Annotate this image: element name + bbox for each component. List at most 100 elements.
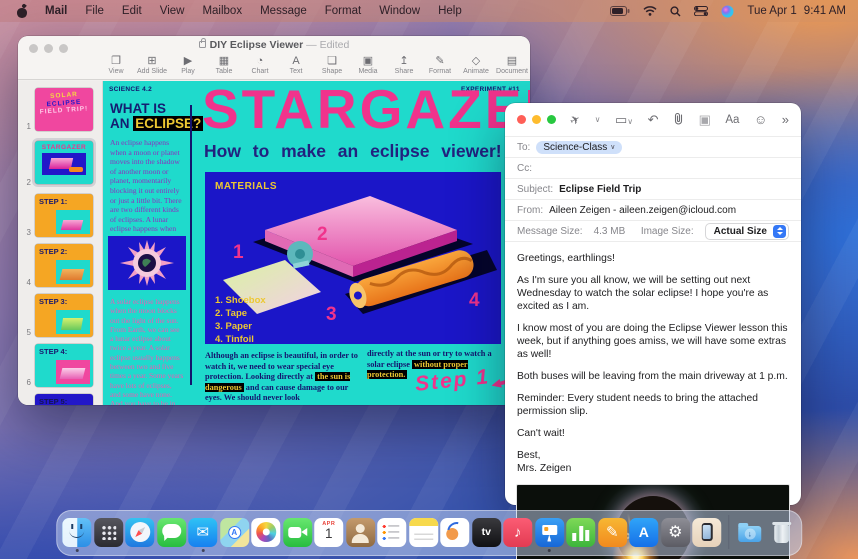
minimize-button[interactable] <box>532 115 541 124</box>
dock-item-keynote[interactable] <box>535 518 564 547</box>
apple-menu-icon[interactable] <box>16 5 28 18</box>
dock-item-iphone-mirroring[interactable] <box>692 518 721 547</box>
slide-subtitle: How to make an eclipse viewer! <box>204 141 502 162</box>
menu-item-view[interactable]: View <box>151 5 194 17</box>
slide-6-preview[interactable]: STEP 4: <box>35 344 93 387</box>
slide-3-preview[interactable]: STEP 1: <box>35 194 93 237</box>
from-field[interactable]: From: Aileen Zeigen - aileen.zeigen@iclo… <box>505 200 801 221</box>
header-fields-icon[interactable]: ▭∨ <box>615 112 633 128</box>
attachment-icon[interactable] <box>673 112 684 128</box>
slide-4-illustration <box>56 260 90 284</box>
zoom-button[interactable] <box>547 115 556 124</box>
menu-item-edit[interactable]: Edit <box>113 5 151 17</box>
slide-big-title: STARGAZER <box>202 81 530 141</box>
dock-item-music[interactable]: ♪ <box>503 518 532 547</box>
menu-item-help[interactable]: Help <box>429 5 471 17</box>
wifi-icon[interactable] <box>643 6 657 16</box>
dock-item-facetime[interactable] <box>283 518 312 547</box>
chart-icon: ◔ <box>257 55 264 67</box>
dock-item-messages[interactable] <box>157 518 186 547</box>
toolbar-button-table[interactable]: ▦Table <box>206 55 242 75</box>
image-size-select[interactable]: Actual Size <box>705 223 789 240</box>
slide-thumbnail-1[interactable]: 1 SOLAR ECLIPSE FIELD TRIP! <box>18 88 96 131</box>
toolbar-button-shape[interactable]: ❏Shape <box>314 55 350 75</box>
dock-item-contacts[interactable] <box>346 518 375 547</box>
dock-item-maps[interactable]: A <box>220 518 249 547</box>
slide-2-preview[interactable]: STARGAZER <box>35 141 93 184</box>
dock-item-reminders[interactable] <box>377 518 406 547</box>
dock-item-safari[interactable] <box>125 518 154 547</box>
toolbar-button-share[interactable]: ↥Share <box>386 55 422 75</box>
dock-item-app-store[interactable]: A <box>629 518 658 547</box>
message-size-value: 4.3 MB <box>594 226 626 237</box>
search-icon[interactable] <box>670 6 681 17</box>
slide-thumbnail-3[interactable]: 3 STEP 1: <box>18 194 96 237</box>
slide-thumbnail-7[interactable]: 7 STEP 5: <box>18 394 96 405</box>
toolbar-overflow-chevron[interactable]: » <box>782 112 789 127</box>
toolbar-button-format[interactable]: ✎Format <box>422 55 458 75</box>
toolbar-button-view[interactable]: ❐View <box>98 55 134 75</box>
dock-item-trash[interactable] <box>767 518 796 547</box>
dock-item-finder[interactable] <box>62 518 91 547</box>
dock-item-pages[interactable]: ✎ <box>598 518 627 547</box>
music-icon: ♪ <box>503 518 532 547</box>
figure-number-3: 3 <box>326 304 337 326</box>
menu-item-file[interactable]: File <box>76 5 113 17</box>
menu-item-window[interactable]: Window <box>370 5 429 17</box>
slide-thumbnail-2[interactable]: 2 STARGAZER <box>18 138 96 187</box>
recipient-token[interactable]: Science-Class∨ <box>536 141 622 154</box>
toolbar-button-chart[interactable]: ◔Chart <box>242 55 278 75</box>
reply-icon[interactable]: ↶ <box>648 112 659 128</box>
mail-traffic-lights[interactable] <box>517 115 556 124</box>
slide-7-preview[interactable]: STEP 5: <box>35 394 93 405</box>
toolbar-button-add-slide[interactable]: ⊞Add Slide <box>134 55 170 75</box>
send-options-chevron-icon[interactable]: ∨ <box>595 115 601 124</box>
slide-1-preview[interactable]: SOLAR ECLIPSE FIELD TRIP! <box>35 88 93 131</box>
toolbar-button-text[interactable]: AText <box>278 55 314 75</box>
slide-thumbnail-4[interactable]: 4 STEP 2: <box>18 244 96 287</box>
slide-thumbnail-6[interactable]: 6 STEP 4: <box>18 344 96 387</box>
menu-bar-clock[interactable]: Tue Apr 19:41 AM <box>747 5 846 17</box>
slide-canvas[interactable]: SCIENCE 4.2 EXPERIMENT #11 WHAT IS AN EC… <box>103 81 530 405</box>
dock-item-launchpad[interactable] <box>94 518 123 547</box>
dock-item-photos[interactable] <box>251 518 280 547</box>
slide-thumbnail-5[interactable]: 5 STEP 3: <box>18 294 96 337</box>
dock-item-mail[interactable]: ✉ <box>188 518 217 547</box>
dock-item-downloads[interactable] <box>735 518 764 547</box>
format-text-icon[interactable]: Aa <box>725 114 739 126</box>
toolbar-button-media[interactable]: ▣Media <box>350 55 386 75</box>
toolbar-button-animate[interactable]: ◇Animate <box>458 55 494 75</box>
dock-item-calendar[interactable]: APR1 <box>314 518 343 547</box>
menu-item-format[interactable]: Format <box>316 5 370 17</box>
subject-field[interactable]: Subject: Eclipse Field Trip <box>505 179 801 200</box>
dock-item-numbers[interactable] <box>566 518 595 547</box>
emoji-icon[interactable]: ☺ <box>754 112 767 127</box>
to-field[interactable]: To: Science-Class∨ <box>505 137 801 158</box>
slide-4-preview[interactable]: STEP 2: <box>35 244 93 287</box>
menu-item-message[interactable]: Message <box>251 5 316 17</box>
menu-item-mail[interactable]: Mail <box>36 5 76 17</box>
siri-icon[interactable] <box>721 5 734 18</box>
downloads-folder-icon <box>735 518 764 547</box>
close-button[interactable] <box>517 115 526 124</box>
dock-item-apple-tv[interactable]: tv <box>472 518 501 547</box>
insert-photo-icon[interactable]: ▣ <box>699 112 711 128</box>
send-icon[interactable]: ✈ <box>570 112 580 127</box>
slide-5-preview[interactable]: STEP 3: <box>35 294 93 337</box>
message-size-row: Message Size:4.3 MB Image Size: Actual S… <box>505 221 801 242</box>
menu-item-mailbox[interactable]: Mailbox <box>193 5 251 17</box>
battery-icon[interactable] <box>610 6 630 16</box>
slide-navigator: 1 SOLAR ECLIPSE FIELD TRIP! 2 STARGAZER … <box>18 81 103 405</box>
message-body[interactable]: Greetings, earthlings! As I'm sure you a… <box>505 242 801 475</box>
play-icon: ▶ <box>184 55 192 67</box>
running-indicator <box>201 549 204 552</box>
toolbar-button-play[interactable]: ▶Play <box>170 55 206 75</box>
freeform-icon <box>440 518 469 547</box>
dock-item-freeform[interactable] <box>440 518 469 547</box>
dock-item-system-settings[interactable]: ⚙ <box>661 518 690 547</box>
control-center-icon[interactable] <box>694 6 708 16</box>
dock-item-notes[interactable] <box>409 518 438 547</box>
cc-field[interactable]: Cc: <box>505 158 801 179</box>
toolbar-button-document[interactable]: ▤Document <box>494 55 530 75</box>
keynote-toolbar: ❐View ⊞Add Slide ▶Play ▦Table ◔Chart ATe… <box>18 51 530 79</box>
